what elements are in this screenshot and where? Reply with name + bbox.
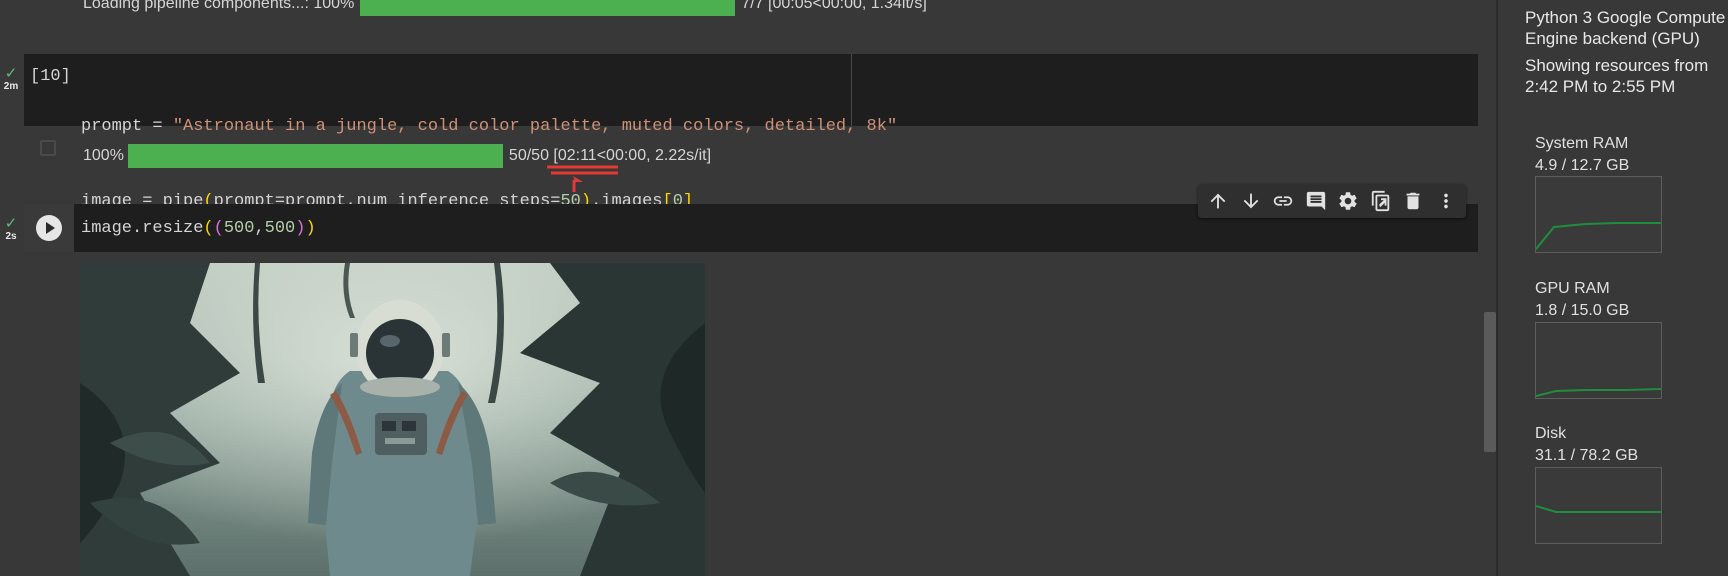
loading-progress-label: Loading pipeline components...: 100% [83, 0, 355, 12]
cell-11-status: ✓ 2s [0, 216, 22, 243]
gpu-ram-graph [1535, 322, 1662, 399]
trash-icon [1406, 192, 1420, 210]
play-icon [36, 215, 62, 241]
notebook-area: Loading pipeline components...: 100% 7/7… [0, 0, 1496, 576]
disk-value: 31.1 / 78.2 GB [1535, 447, 1639, 464]
cell-toolbar [1198, 184, 1466, 218]
inference-progress-stats: 50/50 [02:11<00:00, 2.22s/it] [508, 147, 712, 164]
code-paren: ) [305, 219, 316, 238]
output-actions-icon[interactable] [40, 140, 56, 156]
code-number: 500 [264, 219, 296, 238]
code-token: prompt = [81, 117, 173, 136]
red-underline-annotation [547, 165, 618, 192]
backend-title-line-1: Python 3 Google Compute [1525, 8, 1726, 27]
link-icon [1274, 196, 1293, 206]
disk-graph [1535, 467, 1662, 544]
copy-link-button[interactable] [1270, 188, 1296, 214]
delete-cell-button[interactable] [1400, 188, 1426, 214]
code-string: "Astronaut in a jungle, cold color palet… [172, 117, 898, 136]
cell-11-editor[interactable]: image.resize((500,500)) [81, 216, 316, 241]
check-icon: ✓ [4, 215, 18, 232]
more-actions-button[interactable] [1433, 188, 1459, 214]
gpu-ram-value: 1.8 / 15.0 GB [1535, 302, 1630, 319]
cell-10-prompt-number: [10] [30, 67, 71, 86]
check-icon: ✓ [4, 65, 18, 82]
add-comment-button[interactable] [1303, 188, 1329, 214]
astronaut-jungle-image [80, 263, 705, 576]
code-token: image.resize [81, 219, 204, 238]
resources-panel: Python 3 Google Compute Engine backend (… [1498, 0, 1728, 576]
loading-progress-stats: 7/7 [00:05<00:00, 1.34it/s] [741, 0, 927, 12]
gear-icon [1339, 192, 1357, 210]
code-line-1: prompt = "Astronaut in a jungle, cold co… [81, 114, 897, 139]
inference-progress-percent: 100% [83, 147, 124, 164]
system-ram-label: System RAM [1535, 135, 1629, 152]
arrow-up-icon [1210, 193, 1226, 209]
cell-10-status: ✓ 2m [0, 66, 22, 93]
system-ram-value: 4.9 / 12.7 GB [1535, 157, 1630, 174]
cell-11-exec-time: 2s [5, 231, 17, 242]
showing-resources-line-1: Showing resources from [1525, 56, 1709, 75]
move-cell-down-button[interactable] [1238, 188, 1264, 214]
mirror-cell-icon [1371, 190, 1389, 212]
gpu-ram-label: GPU RAM [1535, 280, 1610, 297]
run-cell-button[interactable] [24, 204, 74, 252]
mirror-cell-button[interactable] [1368, 188, 1394, 214]
loading-progress-bar [360, 0, 736, 16]
loading-progress-output: Loading pipeline components...: 100% 7/7… [83, 0, 927, 16]
code-paren: ( [213, 219, 224, 238]
inference-progress-bar [127, 144, 503, 168]
more-vert-icon [1443, 193, 1448, 209]
notebook-scrollbar[interactable] [1484, 312, 1496, 452]
arrow-down-icon [1243, 193, 1259, 209]
code-number: 500 [223, 219, 255, 238]
code-token: , [254, 219, 265, 238]
code-cell-10[interactable]: [10] prompt = "Astronaut in a jungle, co… [24, 54, 1478, 211]
output-image [80, 263, 705, 576]
system-ram-graph [1535, 176, 1662, 253]
code-paren: ( [203, 219, 214, 238]
cell-settings-button[interactable] [1335, 188, 1361, 214]
move-cell-up-button[interactable] [1205, 188, 1231, 214]
showing-resources-line-2: 2:42 PM to 2:55 PM [1525, 77, 1676, 96]
backend-title-line-2: Engine backend (GPU) [1525, 29, 1700, 48]
comment-icon [1306, 191, 1325, 211]
ruler-line [851, 54, 852, 126]
cell-10-exec-time: 2m [3, 81, 19, 92]
code-paren: ) [295, 219, 306, 238]
disk-label: Disk [1535, 425, 1567, 442]
